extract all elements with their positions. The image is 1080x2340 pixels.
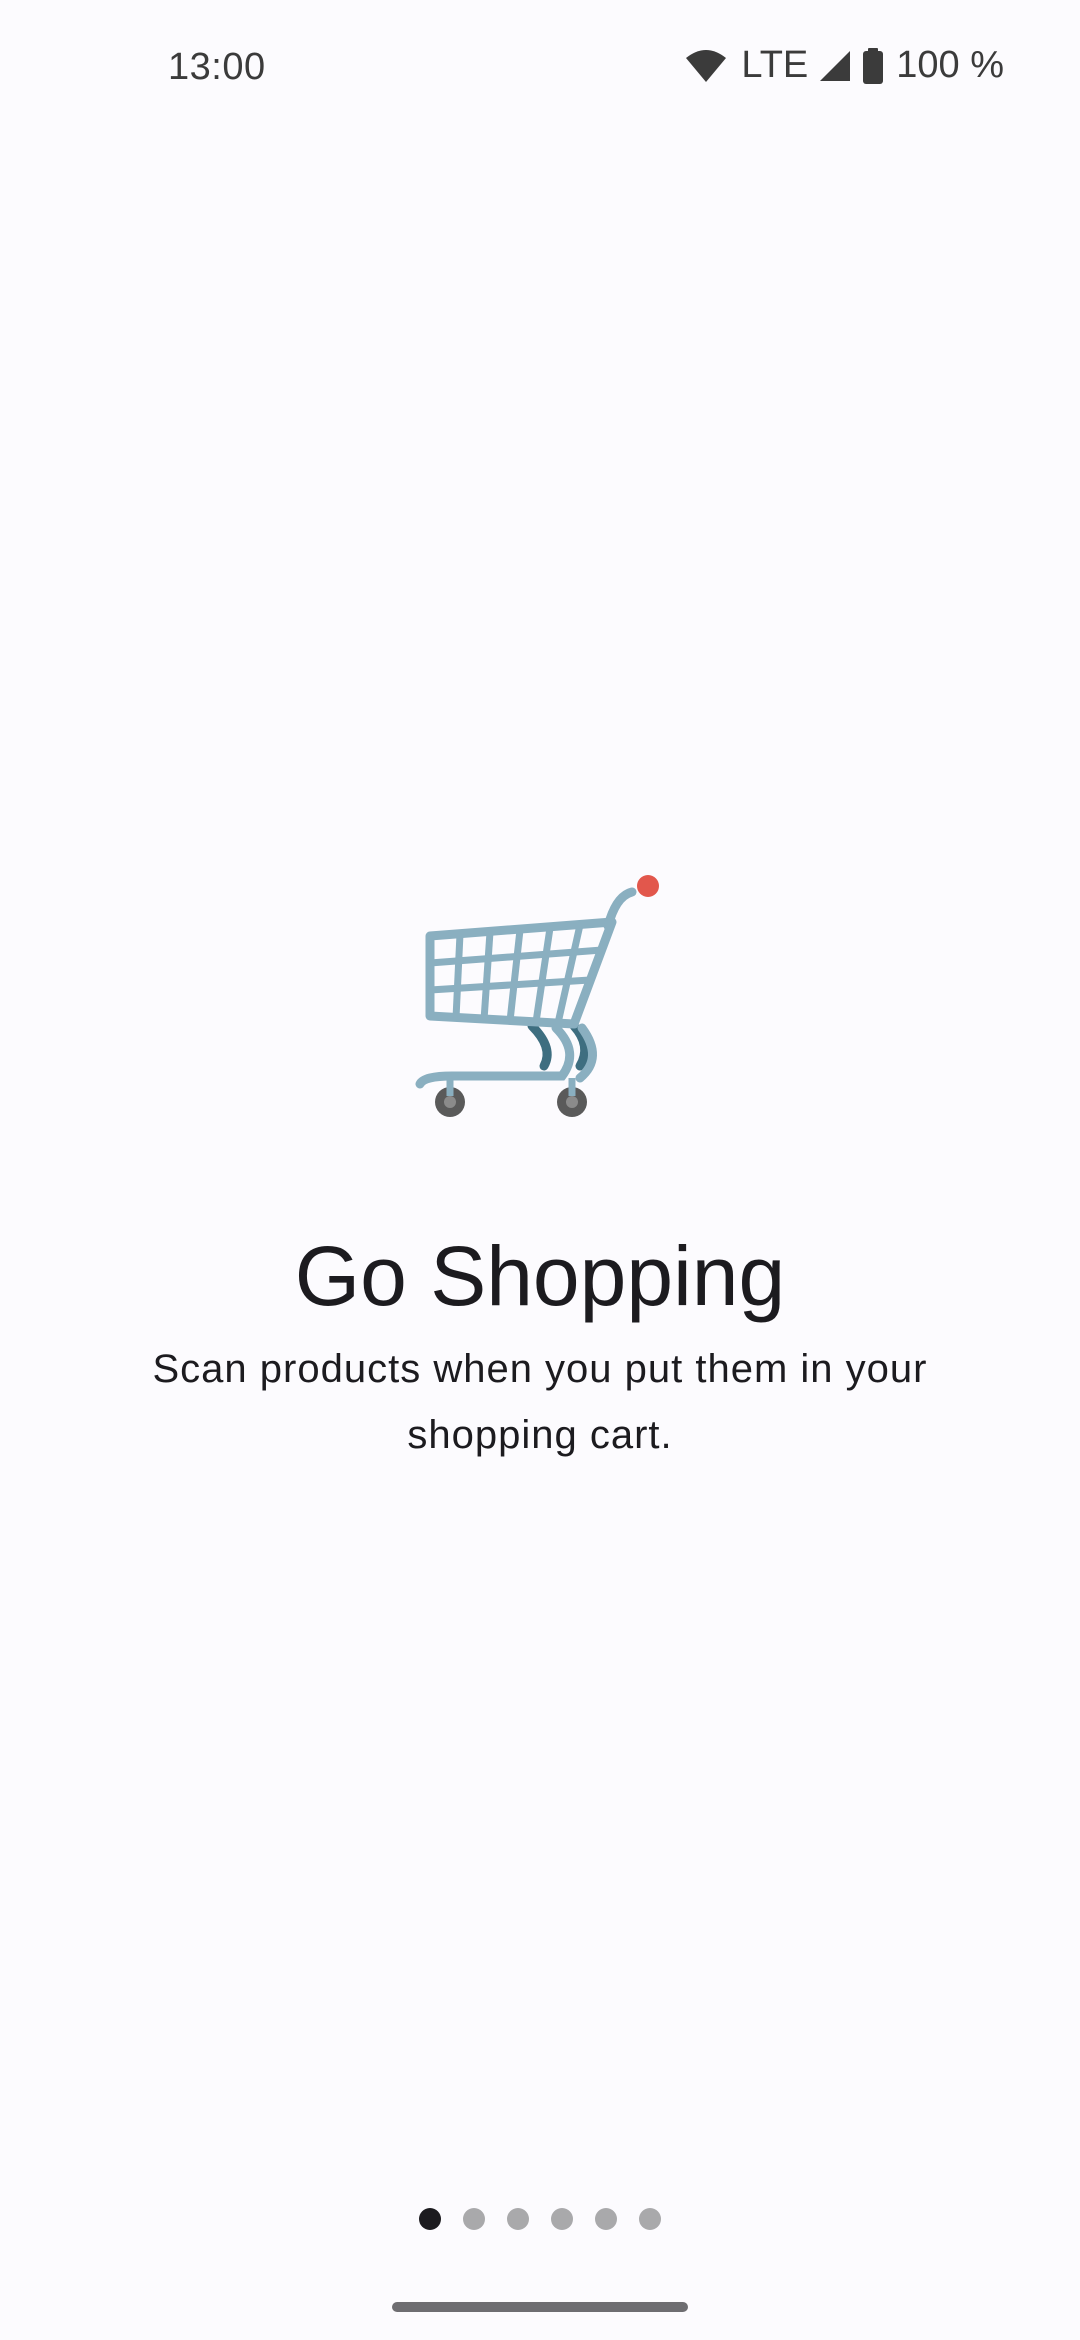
battery-icon <box>862 47 884 84</box>
cellular-signal-icon <box>818 49 852 83</box>
page-dot-5[interactable] <box>595 2208 617 2230</box>
network-type: LTE <box>741 44 809 86</box>
status-bar: 13:00 LTE 100 % <box>0 0 1080 140</box>
onboarding-title: Go Shopping <box>294 1229 786 1323</box>
gesture-navigation-bar[interactable] <box>392 2302 688 2312</box>
shopping-cart-icon <box>412 868 668 1124</box>
page-dot-4[interactable] <box>551 2208 573 2230</box>
status-time: 13:00 <box>168 46 266 88</box>
page-indicator[interactable] <box>0 2208 1080 2230</box>
onboarding-description: Scan products when you put them in your … <box>152 1347 928 1457</box>
page-dot-2[interactable] <box>463 2208 485 2230</box>
page-dot-6[interactable] <box>639 2208 661 2230</box>
page-dot-1[interactable] <box>419 2208 441 2230</box>
page-dot-3[interactable] <box>507 2208 529 2230</box>
battery-percentage: 100 % <box>896 44 1004 86</box>
status-indicators: LTE 100 % <box>685 44 1004 87</box>
wifi-icon <box>685 48 727 84</box>
